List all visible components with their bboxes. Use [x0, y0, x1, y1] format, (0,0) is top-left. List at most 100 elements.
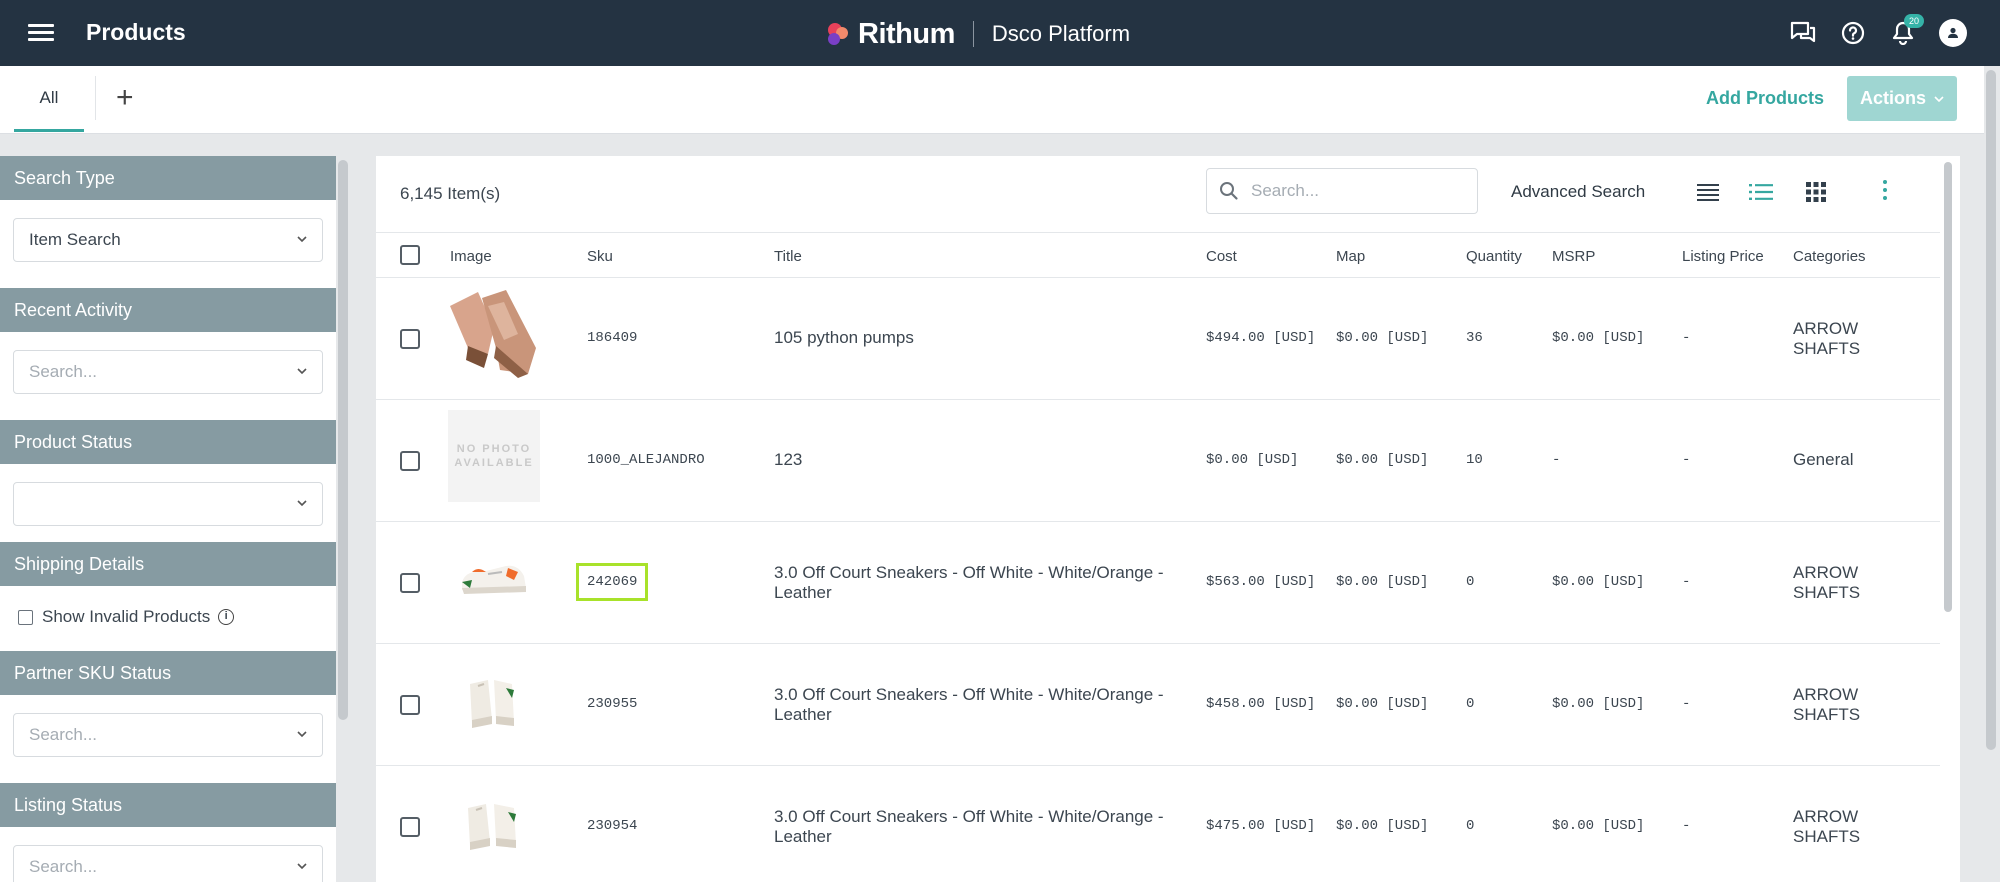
column-header-title[interactable]: Title — [774, 248, 802, 265]
row-checkbox[interactable] — [400, 695, 420, 715]
categories-cell: ARROW SHAFTS — [1793, 685, 1861, 724]
product-image[interactable] — [448, 654, 540, 746]
sku-cell: 230955 — [587, 696, 638, 712]
table-row[interactable]: 230954 3.0 Off Court Sneakers - Off Whit… — [376, 766, 1940, 882]
detail-list-view-icon[interactable] — [1749, 182, 1773, 202]
search-type-select[interactable]: Item Search — [13, 218, 323, 262]
partner-sku-status-select[interactable]: Search... — [13, 713, 323, 757]
msrp-cell: - — [1552, 452, 1561, 468]
categories-cell: ARROW SHAFTS — [1793, 319, 1861, 358]
search-input[interactable] — [1251, 179, 1461, 203]
column-header-msrp[interactable]: MSRP — [1552, 248, 1595, 265]
map-cell: $0.00 [USD] — [1336, 818, 1429, 834]
product-status-select[interactable] — [13, 482, 323, 526]
recent-activity-header: Recent Activity — [0, 288, 336, 332]
column-header-map[interactable]: Map — [1336, 248, 1365, 265]
sidebar-scrollbar[interactable] — [338, 160, 348, 720]
platform-name: Dsco Platform — [991, 21, 1131, 46]
partner-sku-status-header: Partner SKU Status — [0, 651, 336, 695]
actions-button[interactable]: Actions — [1847, 76, 1957, 121]
actions-label: Actions — [1859, 88, 1926, 108]
map-cell: $0.00 [USD] — [1336, 452, 1429, 468]
sku-cell: 186409 — [587, 330, 638, 346]
chat-icon[interactable] — [1786, 16, 1820, 50]
map-cell: $0.00 [USD] — [1336, 574, 1429, 590]
show-invalid-products-checkbox[interactable] — [18, 609, 33, 625]
add-tab-icon[interactable]: + — [116, 83, 134, 113]
more-options-icon[interactable] — [1882, 180, 1888, 202]
msrp-cell: $0.00 [USD] — [1552, 574, 1645, 590]
compact-list-view-icon[interactable] — [1696, 182, 1720, 202]
table-row[interactable]: 230955 3.0 Off Court Sneakers - Off Whit… — [376, 644, 1940, 766]
top-navigation-bar: Products Rithum Dsco Platform 20 — [0, 0, 2000, 66]
chevron-down-icon — [1934, 95, 1944, 102]
cost-cell: $458.00 [USD] — [1206, 696, 1316, 712]
tab-all[interactable]: All — [14, 66, 84, 132]
product-image[interactable] — [448, 288, 540, 380]
no-photo-placeholder[interactable]: NO PHOTO AVAILABLE — [448, 410, 540, 502]
row-checkbox[interactable] — [400, 451, 420, 471]
chevron-down-icon — [297, 863, 307, 870]
title-cell: 105 python pumps — [774, 328, 914, 347]
product-image[interactable] — [448, 776, 540, 868]
select-all-checkbox[interactable] — [400, 245, 420, 265]
listing-status-header: Listing Status — [0, 783, 336, 827]
table-row[interactable]: NO PHOTO AVAILABLE 1000_ALEJANDRO 123 $0… — [376, 400, 1940, 522]
table-scrollbar[interactable] — [1944, 162, 1952, 612]
row-checkbox[interactable] — [400, 573, 420, 593]
recent-activity-select[interactable]: Search... — [13, 350, 323, 394]
table-row[interactable]: 186409 105 python pumps $494.00 [USD] $0… — [376, 278, 1940, 400]
cost-cell: $475.00 [USD] — [1206, 818, 1316, 834]
cost-cell: $0.00 [USD] — [1206, 452, 1299, 468]
notifications-bell-icon[interactable]: 20 — [1886, 14, 1924, 50]
advanced-search-link[interactable]: Advanced Search — [1511, 182, 1645, 202]
table-header: Image Sku Title Cost Map Quantity MSRP L… — [376, 232, 1940, 278]
tab-bar: All + Add Products Actions — [0, 66, 1984, 134]
map-cell: $0.00 [USD] — [1336, 696, 1429, 712]
column-header-image[interactable]: Image — [450, 248, 492, 265]
notification-count-badge: 20 — [1904, 14, 1924, 28]
search-type-header: Search Type — [0, 156, 336, 200]
chevron-down-icon — [297, 731, 307, 738]
map-cell: $0.00 [USD] — [1336, 330, 1429, 346]
column-header-listing-price[interactable]: Listing Price — [1682, 248, 1764, 265]
info-icon[interactable]: i — [218, 609, 235, 625]
grid-view-icon[interactable] — [1804, 182, 1828, 202]
categories-cell: ARROW SHAFTS — [1793, 807, 1861, 846]
row-checkbox[interactable] — [400, 817, 420, 837]
chevron-down-icon — [297, 236, 307, 243]
table-row[interactable]: 242069 3.0 Off Court Sneakers - Off Whit… — [376, 522, 1940, 644]
search-field[interactable] — [1206, 168, 1478, 214]
title-cell: 3.0 Off Court Sneakers - Off White - Whi… — [774, 685, 1164, 724]
quantity-cell: 0 — [1466, 574, 1475, 590]
title-cell: 3.0 Off Court Sneakers - Off White - Whi… — [774, 563, 1164, 602]
listing-price-cell: - — [1682, 696, 1691, 712]
add-products-button[interactable]: Add Products — [1706, 88, 1824, 109]
tab-divider — [95, 76, 96, 120]
column-header-sku[interactable]: Sku — [587, 248, 613, 265]
msrp-cell: $0.00 [USD] — [1552, 696, 1645, 712]
product-image[interactable] — [448, 532, 540, 624]
column-header-cost[interactable]: Cost — [1206, 248, 1237, 265]
brand-name: Rithum — [858, 17, 955, 50]
chevron-down-icon — [297, 500, 307, 507]
user-icon — [1948, 27, 1958, 38]
chevron-down-icon — [297, 368, 307, 375]
msrp-cell: $0.00 [USD] — [1552, 818, 1645, 834]
page-scrollbar[interactable] — [1986, 70, 1996, 750]
sku-cell: 230954 — [587, 818, 638, 834]
menu-icon[interactable] — [28, 20, 54, 46]
products-panel: 6,145 Item(s) Advanced Search Image Sku … — [376, 156, 1960, 882]
listing-status-select[interactable]: Search... — [13, 845, 323, 882]
row-checkbox[interactable] — [400, 329, 420, 349]
avatar[interactable] — [1939, 19, 1967, 47]
msrp-cell: $0.00 [USD] — [1552, 330, 1645, 346]
sku-cell: 242069 — [575, 563, 649, 601]
help-icon[interactable] — [1836, 16, 1870, 50]
quantity-cell: 10 — [1466, 452, 1483, 468]
categories-cell: ARROW SHAFTS — [1793, 563, 1861, 602]
user-account[interactable] — [1936, 16, 1970, 50]
column-header-quantity[interactable]: Quantity — [1466, 248, 1522, 265]
column-header-categories[interactable]: Categories — [1793, 248, 1866, 265]
search-icon — [1220, 182, 1238, 200]
